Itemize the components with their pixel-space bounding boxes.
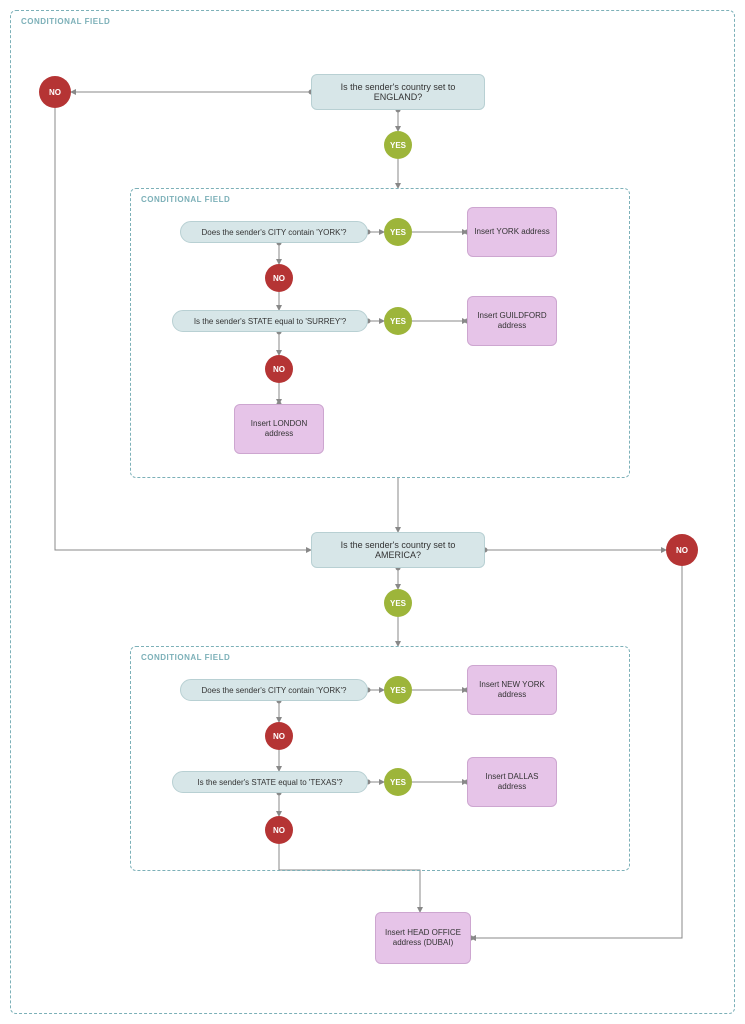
no-city-york-1: NO [265,264,293,292]
yes-circle-england: YES [384,131,412,159]
question-country-england: Is the sender's country set to ENGLAND? [311,74,485,110]
question-city-york-1: Does the sender's CITY contain 'YORK'? [180,221,368,243]
yes-state-surrey: YES [384,307,412,335]
no-circle-england: NO [39,76,71,108]
inner1-label: CONDITIONAL FIELD [141,195,230,204]
result-london-text: Insert LONDON address [239,419,319,440]
outer-label: CONDITIONAL FIELD [21,17,110,26]
result-dubai: Insert HEAD OFFICE address (DUBAI) [375,912,471,964]
result-newyork: Insert NEW YORK address [467,665,557,715]
yes-state-texas: YES [384,768,412,796]
result-dallas-text: Insert DALLAS address [472,772,552,793]
no-state-surrey: NO [265,355,293,383]
yes-circle-america: YES [384,589,412,617]
result-guildford: Insert GUILDFORD address [467,296,557,346]
inner2-label: CONDITIONAL FIELD [141,653,230,662]
result-london: Insert LONDON address [234,404,324,454]
question-state-surrey: Is the sender's STATE equal to 'SURREY'? [172,310,368,332]
question-state-texas: Is the sender's STATE equal to 'TEXAS'? [172,771,368,793]
result-york: Insert YORK address [467,207,557,257]
result-dubai-text: Insert HEAD OFFICE address (DUBAI) [380,928,466,949]
question-city-york-2: Does the sender's CITY contain 'YORK'? [180,679,368,701]
result-york-text: Insert YORK address [474,227,549,237]
question-country-america: Is the sender's country set to AMERICA? [311,532,485,568]
no-circle-america: NO [666,534,698,566]
no-state-texas: NO [265,816,293,844]
yes-city-york-2: YES [384,676,412,704]
result-dallas: Insert DALLAS address [467,757,557,807]
no-city-york-2: NO [265,722,293,750]
result-guildford-text: Insert GUILDFORD address [472,311,552,332]
result-newyork-text: Insert NEW YORK address [472,680,552,701]
yes-city-york-1: YES [384,218,412,246]
